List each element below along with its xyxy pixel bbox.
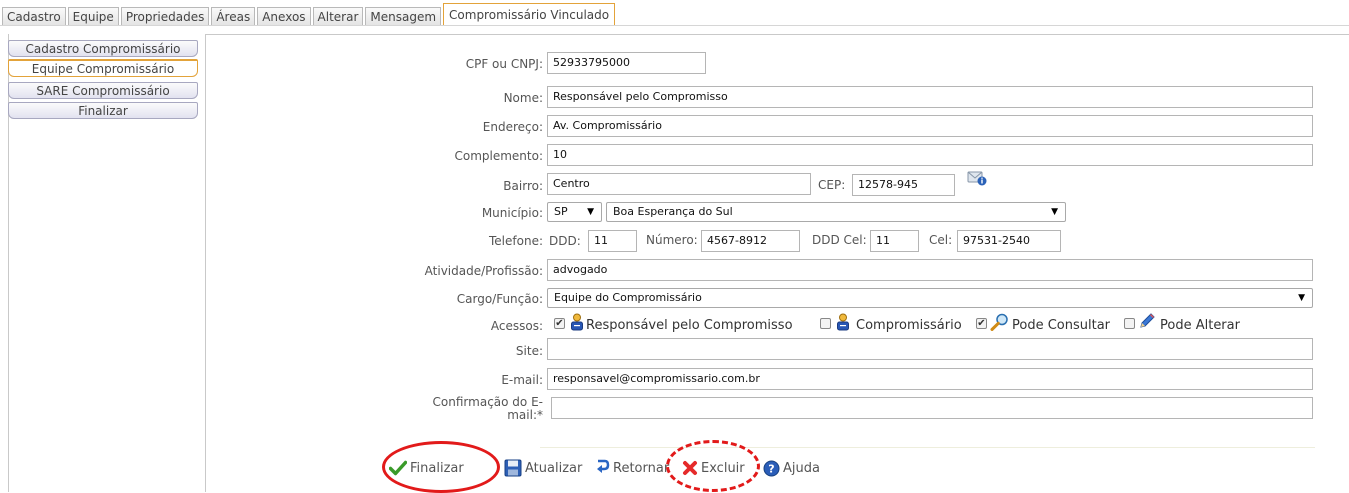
compromissario-checkbox[interactable] (820, 318, 831, 329)
retornar-button[interactable]: Retornar (594, 458, 669, 478)
municipio-label: Município: (481, 206, 543, 220)
confirmacao-email-input[interactable] (551, 397, 1313, 419)
chevron-down-icon: ▼ (1051, 207, 1058, 217)
endereco-label: Endereço: (482, 120, 543, 134)
email-label: E-mail: (501, 373, 543, 387)
ajuda-button-label: Ajuda (783, 460, 820, 476)
tab-cadastro[interactable]: Cadastro (2, 7, 66, 25)
top-tab-bar: Cadastro Equipe Propriedades Áreas Anexo… (2, 3, 617, 25)
atualizar-button-label: Atualizar (525, 460, 583, 476)
tab-compromissario-vinculado[interactable]: Compromissário Vinculado (443, 3, 616, 25)
tab-areas[interactable]: Áreas (211, 7, 256, 25)
ajuda-button[interactable]: ? Ajuda (763, 458, 820, 478)
return-arrow-icon (597, 459, 610, 473)
content-top-border (206, 34, 1349, 35)
chevron-down-icon: ▼ (1298, 293, 1305, 303)
user-icon (571, 313, 583, 331)
tab-bar-divider (0, 25, 1349, 26)
acessos-label: Acessos: (490, 319, 543, 333)
complemento-label: Complemento: (454, 149, 543, 163)
cpf-label: CPF ou CNPJ: (465, 57, 543, 71)
nome-input[interactable]: Responsável pelo Compromisso (547, 86, 1313, 108)
finalizar-annotation-ring (382, 441, 500, 493)
excluir-annotation-ring (666, 440, 760, 492)
site-input[interactable] (547, 338, 1313, 360)
side-tab-finalizar[interactable]: Finalizar (8, 102, 198, 119)
cel-input[interactable]: 97531-2540 (957, 230, 1061, 252)
nome-label: Nome: (503, 91, 543, 105)
cpf-cnpj-input[interactable]: 52933795000 (547, 52, 706, 74)
email-input[interactable]: responsavel@compromissario.com.br (547, 368, 1313, 390)
confirmacao-label-line2: mail:* (507, 408, 543, 422)
cel-label: Cel: (929, 233, 953, 247)
telefone-label: Telefone: (489, 234, 543, 248)
side-tab-cadastro-compromissario[interactable]: Cadastro Compromissário (8, 40, 198, 57)
cep-lookup-icon[interactable] (967, 170, 987, 186)
bairro-input[interactable]: Centro (547, 173, 811, 195)
tab-alterar[interactable]: Alterar (312, 7, 364, 25)
consultar-checkbox[interactable]: ✔ (976, 318, 987, 329)
svg-text:?: ? (768, 462, 774, 475)
endereco-input[interactable]: Av. Compromissário (547, 115, 1313, 137)
acesso-compromissario-text: Compromissário (856, 318, 962, 333)
retornar-button-label: Retornar (613, 460, 670, 476)
bairro-label: Bairro: (503, 179, 543, 193)
complemento-input[interactable]: 10 (547, 144, 1313, 166)
magnifier-icon (990, 313, 1008, 331)
municipio-select-value: Boa Esperança do Sul (613, 205, 733, 218)
cargo-select-value: Equipe do Compromissário (554, 291, 702, 304)
side-tab-equipe-compromissario[interactable]: Equipe Compromissário (8, 59, 198, 77)
atividade-input[interactable]: advogado (547, 259, 1313, 281)
uf-select[interactable]: SP ▼ (547, 202, 602, 222)
help-icon: ? (763, 460, 780, 476)
atualizar-button[interactable]: Atualizar (504, 458, 582, 478)
municipio-select[interactable]: Boa Esperança do Sul ▼ (606, 202, 1066, 222)
numero-input[interactable]: 4567-8912 (701, 230, 800, 252)
ddd-input[interactable]: 11 (588, 230, 637, 252)
toolbar-divider (540, 447, 1315, 448)
site-label: Site: (515, 344, 543, 358)
cargo-label: Cargo/Função: (456, 292, 543, 306)
tab-equipe[interactable]: Equipe (67, 7, 119, 25)
ddd-cel-label: DDD Cel: (812, 233, 867, 247)
alterar-checkbox[interactable] (1124, 318, 1135, 329)
user-icon (837, 313, 849, 331)
ddd-cel-input[interactable]: 11 (870, 230, 919, 252)
acesso-responsavel-text: Responsável pelo Compromisso (586, 318, 793, 333)
acesso-alterar-text: Pode Alterar (1160, 318, 1240, 333)
responsavel-checkbox[interactable]: ✔ (554, 318, 565, 329)
confirmacao-label: Confirmação do E- mail:* (433, 396, 543, 422)
tab-propriedades[interactable]: Propriedades (120, 7, 210, 25)
atividade-label: Atividade/Profissão: (424, 264, 543, 278)
acesso-consultar-text: Pode Consultar (1012, 318, 1111, 333)
chevron-down-icon: ▼ (587, 207, 594, 217)
cep-input[interactable]: 12578-945 (852, 174, 955, 196)
cargo-select[interactable]: Equipe do Compromissário ▼ (547, 288, 1313, 308)
side-tab-sare-compromissario[interactable]: SARE Compromissário (8, 82, 198, 99)
uf-select-value: SP (554, 205, 568, 218)
pencil-icon (1140, 313, 1155, 328)
save-icon (504, 459, 522, 477)
cep-label: CEP: (818, 178, 846, 192)
ddd-label: DDD: (549, 234, 581, 248)
tab-anexos[interactable]: Anexos (257, 7, 311, 25)
tab-mensagem[interactable]: Mensagem (365, 7, 442, 25)
numero-label: Número: (646, 233, 698, 247)
